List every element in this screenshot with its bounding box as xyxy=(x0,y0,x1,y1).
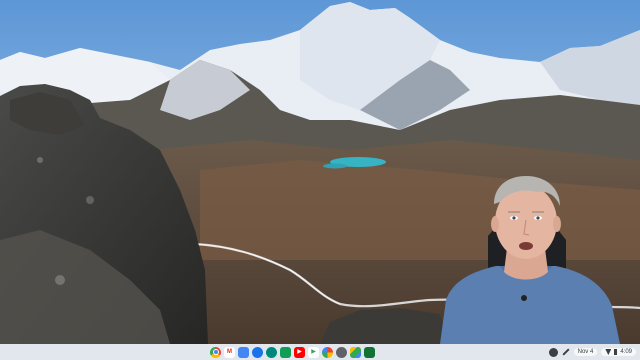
chromeos-shelf: M ▶ ▶ Nov 4 4:09 xyxy=(0,344,640,360)
wifi-icon xyxy=(605,349,612,355)
account-avatar-icon[interactable] xyxy=(548,347,558,357)
sheets-icon[interactable] xyxy=(280,346,291,358)
desktop-wallpaper xyxy=(0,0,640,344)
shelf-pinned-apps: M ▶ ▶ xyxy=(210,344,375,360)
youtube-icon[interactable]: ▶ xyxy=(294,346,305,358)
stylus-icon[interactable] xyxy=(562,348,570,356)
system-tray[interactable]: 4:09 xyxy=(601,348,636,356)
gmail-icon[interactable]: M xyxy=(224,346,235,358)
docs-icon[interactable] xyxy=(238,346,249,358)
mountain-landscape-image xyxy=(0,0,640,344)
settings-icon[interactable] xyxy=(336,346,347,358)
status-area[interactable]: Nov 4 4:09 xyxy=(548,346,636,358)
date-label[interactable]: Nov 4 xyxy=(573,348,598,356)
photos-icon[interactable] xyxy=(322,346,333,358)
chrome-icon[interactable] xyxy=(210,346,221,358)
files-icon[interactable] xyxy=(252,346,263,358)
camera-icon[interactable] xyxy=(364,346,375,358)
play-store-icon[interactable]: ▶ xyxy=(308,346,319,358)
meet-icon[interactable] xyxy=(266,346,277,358)
clock-time: 4:09 xyxy=(620,349,632,355)
battery-icon xyxy=(614,349,618,355)
drive-icon[interactable] xyxy=(350,346,361,358)
